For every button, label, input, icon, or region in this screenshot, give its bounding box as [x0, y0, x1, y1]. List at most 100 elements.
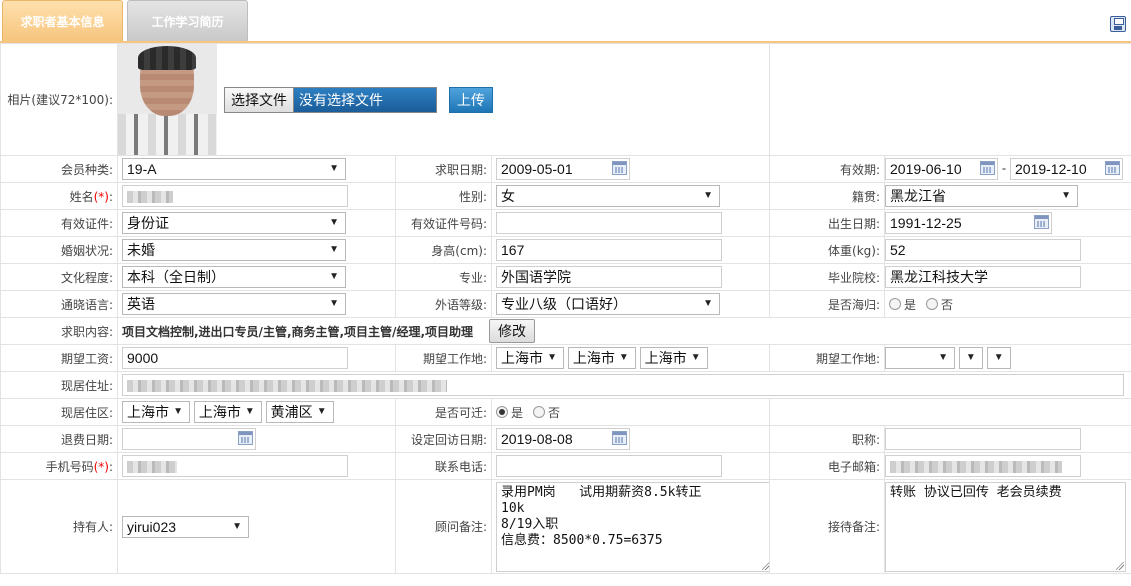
holder-label: 持有人: — [0, 479, 118, 574]
name-label: 姓名(*): — [0, 182, 118, 210]
calendar-icon[interactable] — [980, 161, 995, 175]
address-input[interactable] — [122, 374, 1124, 396]
apply-date-input[interactable]: 2009-05-01 — [496, 158, 630, 180]
height-input[interactable]: 167 — [496, 239, 722, 261]
major-label: 专业: — [395, 263, 492, 291]
resize-grip-icon[interactable] — [762, 561, 769, 570]
photo-empty-cell — [769, 43, 1131, 156]
name-input[interactable] — [122, 185, 348, 207]
required-mark: (*) — [93, 459, 109, 474]
gender-value: 女 — [501, 188, 515, 204]
returnee-no-radio[interactable] — [926, 298, 939, 310]
name-label-colon: : — [108, 189, 113, 204]
tab-basic-info[interactable]: 求职者基本信息 — [2, 0, 123, 42]
expected-loc2-label: 期望工作地: — [769, 344, 885, 372]
district-area[interactable]: 黄浦区 ▼ — [265, 401, 334, 423]
district-province[interactable]: 上海市 ▼ — [122, 401, 190, 423]
language-select[interactable]: 英语 ▼ — [122, 293, 346, 315]
major-input[interactable]: 外国语学院 — [496, 266, 722, 288]
lang-level-select[interactable]: 专业八级（口语好） ▼ — [496, 293, 720, 315]
valid-end-field[interactable]: 2019-12-10 — [1010, 158, 1123, 180]
chevron-down-icon: ▼ — [547, 352, 557, 363]
calendar-icon[interactable] — [238, 431, 253, 445]
chevron-down-icon: ▼ — [329, 244, 339, 255]
upload-button[interactable]: 上传 — [448, 86, 493, 113]
member-type-select[interactable]: 19-A ▼ — [122, 158, 346, 180]
calendar-icon[interactable] — [612, 431, 627, 445]
expected-salary-input[interactable]: 9000 — [122, 347, 348, 369]
id-number-label: 有效证件号码: — [395, 209, 492, 237]
reception-note-textarea[interactable]: 转账 协议已回传 老会员续费 — [885, 481, 1126, 572]
phone-input[interactable] — [496, 455, 722, 477]
relocate-yes-radio[interactable] — [496, 406, 508, 418]
title-label: 职称: — [769, 425, 885, 453]
callback-date-label: 设定回访日期: — [395, 425, 492, 453]
expected-loc2-province[interactable]: ▼ — [885, 347, 955, 369]
education-select[interactable]: 本科（全日制） ▼ — [122, 266, 346, 288]
holder-select[interactable]: yirui023 ▼ — [122, 515, 249, 538]
id-number-input[interactable] — [496, 212, 722, 234]
save-icon[interactable] — [1110, 16, 1126, 32]
redacted-address — [127, 380, 447, 393]
lang-level-value: 专业八级（口语好） — [501, 296, 627, 312]
reception-note-text: 转账 协议已回传 老会员续费 — [890, 484, 1062, 500]
weight-input[interactable]: 52 — [885, 239, 1081, 261]
chevron-down-icon: ▼ — [618, 352, 629, 363]
gender-label: 性别: — [395, 182, 492, 210]
native-place-select[interactable]: 黑龙江省 ▼ — [885, 185, 1078, 207]
calendar-icon[interactable] — [1105, 161, 1120, 175]
birth-date-label: 出生日期: — [769, 209, 885, 237]
file-picker[interactable]: 选择文件 没有选择文件 — [224, 86, 437, 113]
advisor-note-textarea[interactable]: 录用PM岗 试用期薪资8.5k转正 10k 8/19入职 信息费：8500*0.… — [496, 481, 769, 572]
refund-date-input[interactable] — [122, 428, 256, 450]
school-input[interactable]: 黑龙江科技大学 — [885, 266, 1081, 288]
title-input[interactable] — [885, 428, 1081, 450]
chevron-down-icon: ▼ — [1061, 190, 1071, 201]
expected-loc1-city[interactable]: 上海市 ▼ — [567, 347, 636, 369]
redacted-name — [127, 191, 173, 204]
mobile-input[interactable] — [122, 455, 348, 477]
language-value: 英语 — [127, 296, 155, 312]
edit-job-content-button[interactable]: 修改 — [489, 319, 536, 343]
callback-date-field[interactable]: 2019-08-08 — [496, 428, 630, 450]
expected-loc1-province[interactable]: 上海市 ▼ — [496, 347, 564, 369]
photo-label: 相片(建议72*100): — [0, 43, 118, 156]
email-input[interactable] — [885, 455, 1081, 477]
chevron-down-icon: ▼ — [329, 163, 339, 174]
choose-file-button[interactable]: 选择文件 — [225, 87, 294, 112]
id-type-value: 身份证 — [127, 215, 169, 231]
birth-date-input[interactable]: 1991-12-25 — [885, 212, 1052, 234]
apply-date-field[interactable]: 2009-05-01 — [496, 158, 630, 180]
refund-date-field[interactable] — [122, 428, 256, 450]
chevron-down-icon: ▼ — [703, 190, 713, 201]
tab-resume[interactable]: 工作学习简历 — [127, 0, 248, 42]
education-value: 本科（全日制） — [127, 269, 225, 285]
calendar-icon[interactable] — [612, 161, 627, 175]
education-label: 文化程度: — [0, 263, 118, 291]
valid-start-field[interactable]: 2019-06-10 — [885, 158, 998, 180]
calendar-icon[interactable] — [1034, 215, 1049, 229]
returnee-yes-radio[interactable] — [889, 298, 901, 310]
district-city[interactable]: 上海市 ▼ — [193, 401, 262, 423]
member-type-label: 会员种类: — [0, 155, 118, 183]
valid-period-separator: - — [1001, 161, 1007, 176]
mobile-label-text: 手机号码 — [45, 459, 94, 474]
weight-label: 体重(kg): — [769, 236, 885, 264]
expected-loc2-city[interactable]: ▼ — [958, 347, 983, 369]
advisor-note-label: 顾问备注: — [395, 479, 492, 574]
marital-select[interactable]: 未婚 ▼ — [122, 239, 346, 261]
birth-date-field[interactable]: 1991-12-25 — [885, 212, 1052, 234]
lang-level-label: 外语等级: — [395, 290, 492, 318]
chevron-down-icon: ▼ — [329, 217, 339, 228]
expected-loc1-district[interactable]: 上海市 ▼ — [639, 347, 708, 369]
id-type-select[interactable]: 身份证 ▼ — [122, 212, 346, 234]
callback-date-input[interactable]: 2019-08-08 — [496, 428, 630, 450]
resize-grip-icon[interactable] — [1116, 561, 1124, 570]
gender-select[interactable]: 女 ▼ — [496, 185, 720, 207]
school-label: 毕业院校: — [769, 263, 885, 291]
holder-value: yirui023 — [127, 518, 177, 535]
relocate-no-radio[interactable] — [533, 406, 546, 418]
job-content-text: 项目文档控制,进出口专员/主管,商务主管,项目主管/经理,项目助理 — [122, 324, 474, 339]
relocate-label: 是否可迁: — [395, 398, 492, 426]
expected-loc2-district[interactable]: ▼ — [986, 347, 1011, 369]
